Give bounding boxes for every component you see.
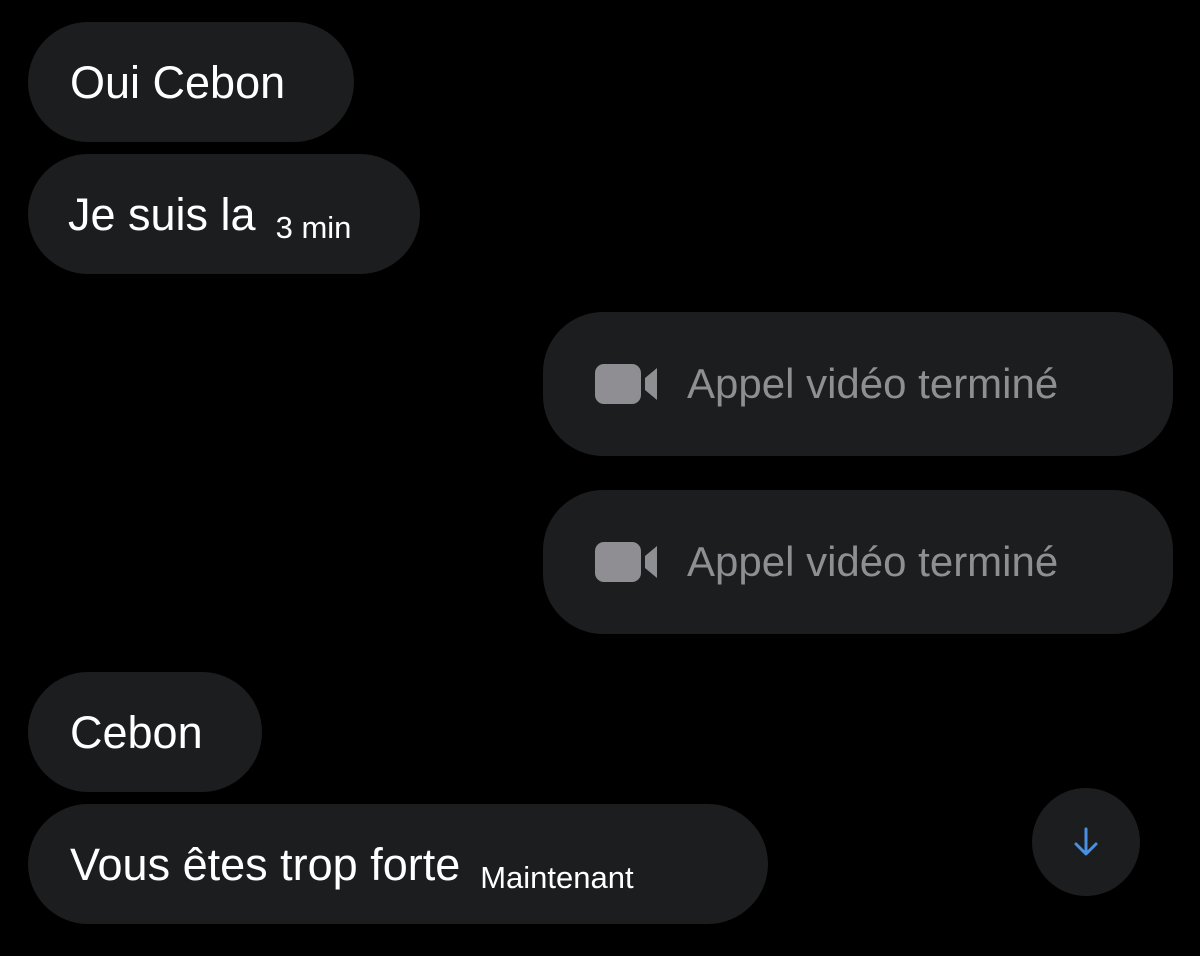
message-timestamp: 3 min: [275, 209, 352, 245]
video-camera-icon: [595, 542, 657, 582]
message-text: Je suis la: [68, 188, 256, 240]
video-call-ended-bubble[interactable]: Appel vidéo terminé: [543, 312, 1173, 456]
arrow-down-icon: [1074, 827, 1098, 856]
message-text: Cebon: [70, 706, 203, 758]
message-bubble-received[interactable]: Oui Cebon: [28, 22, 354, 142]
call-status-label: Appel vidéo terminé: [687, 538, 1059, 585]
message-text: Vous êtes trop forte: [70, 838, 461, 890]
message-bubble-received[interactable]: Cebon: [28, 672, 262, 792]
message-bubble-received[interactable]: Vous êtes trop forte Maintenant: [28, 804, 768, 924]
message-timestamp: Maintenant: [480, 859, 634, 895]
scroll-to-bottom-button[interactable]: [1032, 788, 1140, 896]
message-bubble-received[interactable]: Je suis la 3 min: [28, 154, 420, 274]
video-camera-icon: [595, 364, 657, 404]
message-text: Oui Cebon: [70, 56, 286, 108]
video-call-ended-bubble[interactable]: Appel vidéo terminé: [543, 490, 1173, 634]
call-status-label: Appel vidéo terminé: [687, 360, 1059, 407]
